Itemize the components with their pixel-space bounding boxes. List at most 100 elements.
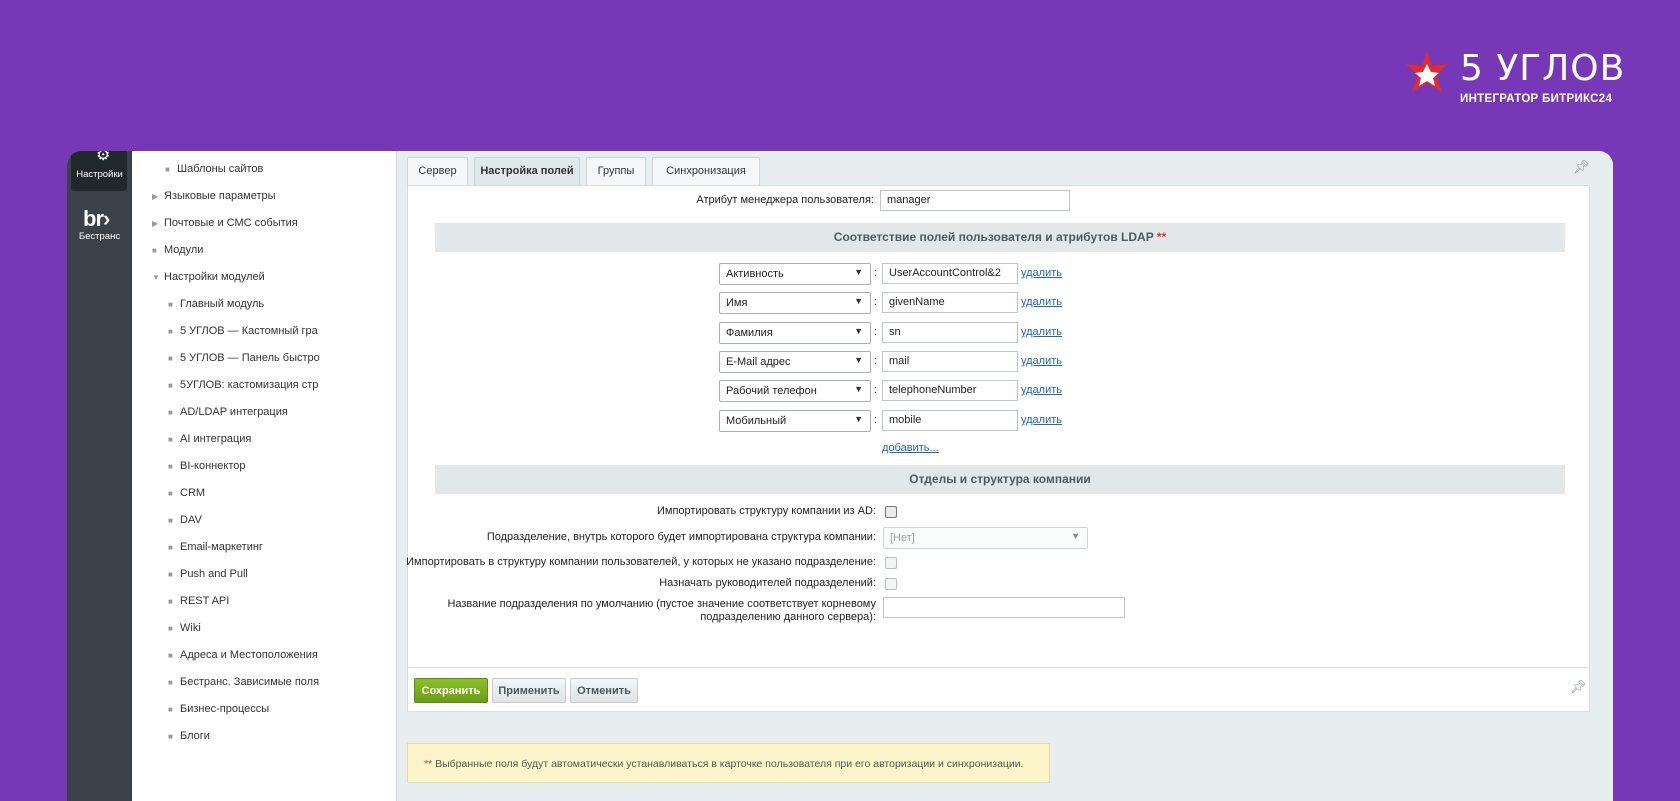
pin-icon[interactable]: 📌︎ — [1573, 159, 1590, 175]
ldap-attr-input[interactable]: UserAccountControl&2 — [882, 263, 1018, 284]
tree-item[interactable]: ■ DAV — [168, 514, 202, 526]
structure-section-title: Отделы и структура компании — [909, 472, 1091, 486]
field-select[interactable]: Мобильный ▼ — [719, 410, 871, 432]
bullet-icon: ■ — [165, 165, 170, 174]
info-note: ** Выбранные поля будут автоматически ус… — [407, 743, 1050, 783]
settings-tree: ■ Шаблоны сайтов ▶ Языковые параметры ▶ Поч… — [132, 151, 397, 801]
star-logo-icon — [1406, 52, 1448, 92]
chevron-down-icon: ▼ — [854, 326, 863, 336]
tab-groups[interactable]: Группы — [586, 157, 646, 185]
ldap-attr-input[interactable]: telephoneNumber — [882, 380, 1018, 401]
default-dept-label-2: подразделению данного сервера): — [700, 611, 876, 623]
bullet-icon: ■ — [168, 327, 173, 336]
field-select[interactable]: Имя ▼ — [719, 292, 871, 314]
main-content: Сервер Настройка полей Группы Синхрониза… — [397, 151, 1613, 801]
tree-item[interactable]: ■ AI интеграция — [168, 433, 251, 445]
tree-item[interactable]: ■ Email-маркетинг — [168, 541, 263, 553]
tree-item[interactable]: ■ Адреса и Местоположения — [168, 649, 318, 661]
field-select[interactable]: E-Mail адрес ▼ — [719, 351, 871, 373]
bullet-icon: ■ — [168, 381, 173, 390]
mapping-section-header: Соответствие полей пользователя и атрибу… — [435, 223, 1565, 252]
manager-attr-input[interactable]: manager — [880, 190, 1070, 211]
assign-heads-label: Назначать руководителей подразделений: — [659, 577, 876, 589]
arrow-right-icon: ▶ — [152, 192, 159, 201]
apply-button[interactable]: Применить — [492, 678, 566, 703]
bullet-icon: ■ — [168, 300, 173, 309]
bullet-icon: ■ — [168, 435, 173, 444]
ldap-attr-input[interactable]: mail — [882, 351, 1018, 372]
field-select[interactable]: Активность ▼ — [719, 263, 871, 285]
ldap-attr-input[interactable]: sn — [882, 322, 1018, 343]
chevron-down-icon: ▼ — [854, 384, 863, 394]
arrow-down-icon: ▼ — [152, 273, 160, 282]
brand-subtitle: ИНТЕГРАТОР БИТРИКС24 — [1460, 93, 1613, 105]
tree-item[interactable]: ■ Бизнес-процессы — [168, 703, 269, 715]
import-users-label: Импортировать в структуру компании польз… — [406, 556, 876, 568]
delete-link[interactable]: удалить — [1021, 355, 1062, 367]
tree-item[interactable]: ▶ Языковые параметры — [152, 190, 276, 202]
chevron-down-icon: ▼ — [854, 355, 863, 365]
tree-item[interactable]: ■ Блоги — [168, 730, 210, 742]
tree-item[interactable]: ■ BI-коннектор — [168, 460, 245, 472]
add-mapping-link[interactable]: добавить... — [882, 442, 939, 454]
note-text: Выбранные поля будут автоматически устан… — [435, 758, 1024, 770]
tree-item[interactable]: ▼ Настройки модулей — [152, 271, 265, 283]
bullet-icon: ■ — [168, 597, 173, 606]
tree-item[interactable]: ■ CRM — [168, 487, 205, 499]
ldap-attr-input[interactable]: givenName — [882, 292, 1018, 313]
tree-item[interactable]: ■ Модули — [152, 244, 203, 256]
save-button[interactable]: Сохранить — [414, 678, 488, 703]
button-bar: Сохранить Применить Отменить 📌︎ — [407, 668, 1590, 712]
tab-sync[interactable]: Синхронизация — [652, 157, 760, 185]
ldap-attr-input[interactable]: mobile — [882, 410, 1018, 431]
iconbar-label-bestrans: Бестранс — [78, 231, 121, 242]
tree-item[interactable]: ▶ Почтовые и СМС события — [152, 217, 298, 229]
bullet-icon: ■ — [168, 354, 173, 363]
brand-title: 5 УГЛОВ — [1460, 48, 1626, 89]
tree-item[interactable]: ■ 5 УГЛОВ — Кастомный гра — [168, 325, 318, 337]
tree-item[interactable]: ■ Шаблоны сайтов — [165, 163, 263, 175]
note-mark: ** — [424, 758, 433, 770]
delete-link[interactable]: удалить — [1021, 384, 1062, 396]
bullet-icon: ■ — [168, 624, 173, 633]
tree-item[interactable]: ■ AD/LDAP интеграция — [168, 406, 288, 418]
bullet-icon: ■ — [168, 462, 173, 471]
tab-field-settings[interactable]: Настройка полей — [474, 157, 580, 185]
tree-item[interactable]: ■ Бестранс. Зависимые поля — [168, 676, 319, 688]
subdivision-select[interactable]: [Нет] ▼ — [883, 527, 1088, 549]
tree-item[interactable]: ■ Главный модуль — [168, 298, 264, 310]
bullet-icon: ■ — [168, 732, 173, 741]
tab-server[interactable]: Сервер — [407, 157, 468, 185]
delete-link[interactable]: удалить — [1021, 267, 1062, 279]
default-dept-input[interactable] — [883, 597, 1125, 618]
bullet-icon: ■ — [168, 408, 173, 417]
settings-panel: Атрибут менеджера пользователя: manager … — [406, 185, 1590, 668]
field-select[interactable]: Рабочий телефон ▼ — [719, 380, 871, 402]
pin-icon[interactable]: 📌︎ — [1570, 679, 1587, 695]
chevron-down-icon: ▼ — [854, 267, 863, 277]
bullet-icon: ■ — [168, 651, 173, 660]
import-users-checkbox[interactable] — [885, 557, 897, 569]
iconbar-item-settings[interactable]: ⚙ Настройки — [71, 151, 127, 191]
bullet-icon: ■ — [168, 570, 173, 579]
field-select[interactable]: Фамилия ▼ — [719, 322, 871, 344]
structure-section-header: Отделы и структура компании — [435, 465, 1565, 494]
bullet-icon: ■ — [168, 678, 173, 687]
import-structure-checkbox[interactable] — [885, 506, 897, 518]
tree-item[interactable]: ■ 5 УГЛОВ — Панель быстро — [168, 352, 320, 364]
delete-link[interactable]: удалить — [1021, 296, 1062, 308]
iconbar-label-settings: Настройки — [76, 169, 123, 180]
gear-icon: ⚙ — [96, 151, 111, 164]
delete-link[interactable]: удалить — [1021, 326, 1062, 338]
assign-heads-checkbox[interactable] — [885, 578, 897, 590]
chevron-down-icon: ▼ — [854, 296, 863, 306]
subdivision-label: Подразделение, внутрь которого будет имп… — [486, 531, 876, 543]
br-logo-icon: br› — [83, 206, 110, 231]
tree-item[interactable]: ■ REST API — [168, 595, 229, 607]
tree-item[interactable]: ■ Wiki — [168, 622, 201, 634]
tree-item[interactable]: ■ 5УГЛОВ: кастомизация стр — [168, 379, 318, 391]
bullet-icon: ■ — [168, 489, 173, 498]
tree-item[interactable]: ■ Push and Pull — [168, 568, 248, 580]
delete-link[interactable]: удалить — [1021, 414, 1062, 426]
cancel-button[interactable]: Отменить — [570, 678, 638, 703]
